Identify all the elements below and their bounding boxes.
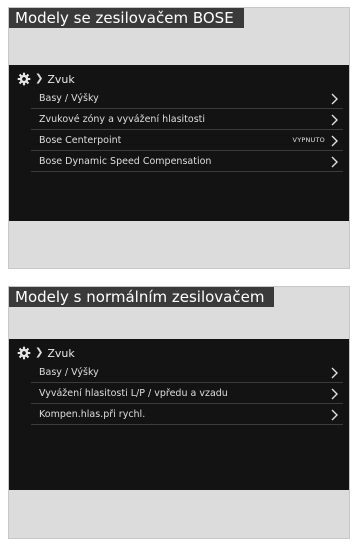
chevron-right-icon <box>331 114 338 126</box>
list-item-label: Vyvážení hlasitosti L/P / vpředu a vzadu <box>39 387 228 399</box>
list-item-bose-centerpoint[interactable]: Bose Centerpoint VYPNUTO <box>31 130 343 151</box>
bose-panel: Modely se zesilovačem BOSE ❯ Zvuk Basy /… <box>8 7 350 269</box>
list-item-bass-treble[interactable]: Basy / Výšky <box>31 88 343 109</box>
settings-list: Basy / Výšky Zvukové zóny a vyvážení hla… <box>31 88 343 172</box>
normal-panel: Modely s normálním zesilovačem ❯ Zvuk Ba… <box>8 286 350 539</box>
list-item-balance-fader[interactable]: Vyvážení hlasitosti L/P / vpředu a vzadu <box>31 383 343 404</box>
list-item-label: Kompen.hlas.při rychl. <box>39 408 146 420</box>
bose-panel-title: Modely se zesilovačem BOSE <box>9 8 244 28</box>
list-item-bose-speed-compensation[interactable]: Bose Dynamic Speed Compensation <box>31 151 343 172</box>
list-item-label: Basy / Výšky <box>39 92 99 104</box>
normal-settings-screen: ❯ Zvuk Basy / Výšky Vyvážení hlasitosti … <box>9 339 349 490</box>
status-value: VYPNUTO <box>292 136 325 144</box>
breadcrumb-label[interactable]: Zvuk <box>47 347 74 360</box>
breadcrumb-label[interactable]: Zvuk <box>47 73 74 86</box>
gear-icon[interactable] <box>17 72 31 86</box>
chevron-right-icon <box>331 135 338 147</box>
list-item-label: Bose Dynamic Speed Compensation <box>39 155 212 167</box>
chevron-right-icon <box>331 388 338 400</box>
bose-settings-screen: ❯ Zvuk Basy / Výšky Zvukové zóny a vyváž… <box>9 65 349 221</box>
settings-list: Basy / Výšky Vyvážení hlasitosti L/P / v… <box>31 362 343 425</box>
list-item-speed-volume-compensation[interactable]: Kompen.hlas.při rychl. <box>31 404 343 425</box>
breadcrumb: ❯ Zvuk <box>17 346 75 360</box>
normal-panel-title: Modely s normálním zesilovačem <box>9 287 275 307</box>
chevron-right-icon: ❯ <box>35 347 44 358</box>
list-item-sound-zones[interactable]: Zvukové zóny a vyvážení hlasitosti <box>31 109 343 130</box>
list-item-label: Zvukové zóny a vyvážení hlasitosti <box>39 113 206 125</box>
chevron-right-icon <box>331 156 338 168</box>
chevron-right-icon: ❯ <box>35 73 44 84</box>
chevron-right-icon <box>331 367 338 379</box>
list-item-label: Bose Centerpoint <box>39 134 122 146</box>
list-item-label: Basy / Výšky <box>39 366 99 378</box>
chevron-right-icon <box>331 93 338 105</box>
list-item-bass-treble[interactable]: Basy / Výšky <box>31 362 343 383</box>
gear-icon[interactable] <box>17 346 31 360</box>
chevron-right-icon <box>331 409 338 421</box>
breadcrumb: ❯ Zvuk <box>17 72 75 86</box>
